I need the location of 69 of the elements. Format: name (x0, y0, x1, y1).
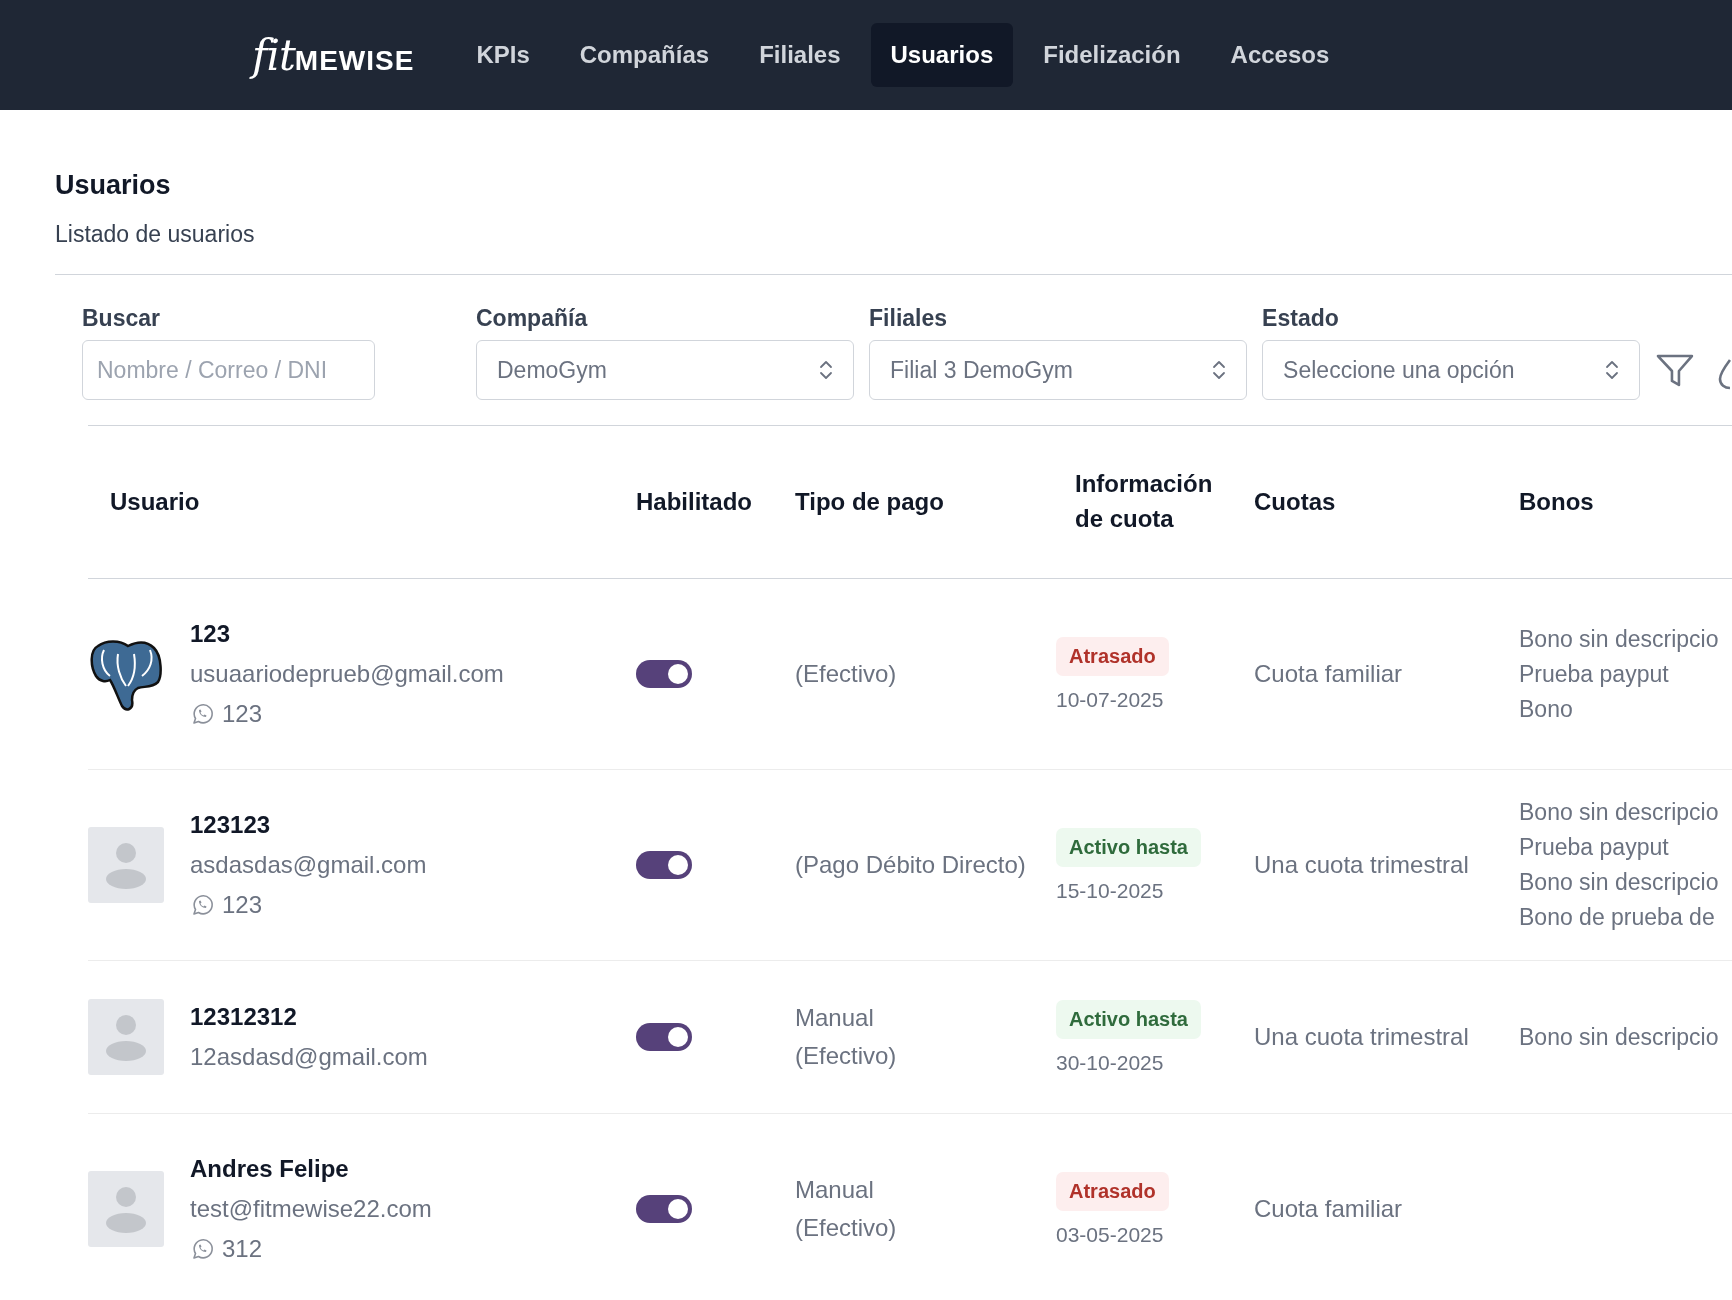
chevron-updown-icon (1605, 358, 1620, 382)
column-header: Cuotas (1254, 486, 1337, 517)
toggle-switch[interactable] (636, 851, 692, 879)
quota-name: Una cuota trimestral (1254, 1023, 1469, 1050)
quota-name: Cuota familiar (1254, 1195, 1403, 1222)
toggle-switch[interactable] (636, 1023, 692, 1051)
user-email: 12asdasd@gmail.com (190, 1043, 428, 1071)
select-field[interactable]: DemoGym (476, 340, 855, 400)
filter-label: Filiales (869, 305, 949, 332)
filter-label: Compañía (476, 305, 589, 332)
user-name: 123123 (190, 811, 272, 839)
payment-type: (Efectivo) (795, 1042, 898, 1070)
status-badge: Atrasado (1056, 1171, 1169, 1211)
user-name: 123 (190, 620, 232, 648)
nav-tab[interactable]: Compañías (559, 23, 730, 87)
nav-tab[interactable]: KPIs (456, 23, 550, 87)
quota-date: 10-07-2025 (1056, 687, 1164, 712)
page-title: Usuarios (55, 170, 172, 201)
user-phone: 123 (222, 700, 263, 728)
chat-phone-icon (190, 1237, 214, 1261)
payment-type: (Pago Débito Directo) (795, 851, 1027, 879)
chevron-updown-icon (1212, 358, 1227, 382)
quota-name: Cuota familiar (1254, 660, 1403, 687)
payment-type: Manual (795, 1176, 875, 1204)
filter-label: Buscar (82, 305, 161, 332)
bono-name: Bono sin descripcio (1519, 625, 1719, 653)
quota-date: 03-05-2025 (1056, 1222, 1164, 1247)
user-email: asdasdas@gmail.com (190, 851, 427, 879)
search-field[interactable]: Nombre / Correo / DNI (82, 340, 375, 400)
bono-name: Bono sin descripcio (1519, 869, 1719, 896)
status-badge: Atrasado (1056, 636, 1169, 676)
toggle-switch[interactable] (636, 660, 692, 688)
user-email: test@fitmewise22.com (190, 1195, 432, 1223)
select-field[interactable]: Seleccione una opción (1262, 340, 1641, 400)
user-email: usuaariodeprueb@gmail.com (190, 660, 504, 688)
quota-name: Una cuota trimestral (1254, 851, 1469, 878)
column-header: Tipo de pago (795, 486, 945, 517)
chat-phone-icon (190, 702, 214, 726)
column-header: Información de cuota (1074, 469, 1214, 534)
bono-name: Prueba payput (1519, 660, 1670, 688)
column-header: Habilitado (636, 486, 753, 517)
quota-date: 30-10-2025 (1056, 1050, 1164, 1075)
bono-name: Bono (1519, 695, 1574, 723)
chat-phone-icon (190, 893, 214, 917)
bono-name: Bono sin descripcio (1519, 1023, 1719, 1051)
user-phone: 312 (222, 1235, 263, 1263)
status-badge: Activo hasta (1056, 827, 1201, 867)
column-header: Usuario (109, 486, 201, 517)
user-phone: 123 (222, 891, 263, 919)
user-name: Andres Felipe (190, 1155, 350, 1183)
select-field[interactable]: Filial 3 DemoGym (869, 340, 1248, 400)
nav-tab[interactable]: Fidelización (1023, 23, 1201, 87)
toggle-switch[interactable] (636, 1195, 692, 1223)
nav-tab[interactable]: Accesos (1210, 23, 1350, 87)
bono-name: Bono de prueba de (1519, 904, 1716, 931)
payment-type: Manual (795, 1004, 875, 1032)
nav-tab[interactable]: Usuarios (870, 23, 1014, 87)
filter-label: Estado (1262, 305, 1340, 332)
bono-name: Prueba payput (1519, 834, 1670, 861)
status-badge: Activo hasta (1056, 999, 1201, 1039)
payment-type: (Efectivo) (795, 660, 898, 688)
payment-type: (Efectivo) (795, 1214, 898, 1242)
nav-tab[interactable]: Filiales (739, 23, 861, 87)
user-name: 12312312 (190, 1003, 298, 1031)
column-header: Bonos (1519, 486, 1595, 517)
bono-name: Bono sin descripcio (1519, 799, 1719, 826)
page-subtitle: Listado de usuarios (55, 221, 256, 248)
chevron-updown-icon (819, 358, 834, 382)
quota-date: 15-10-2025 (1056, 878, 1164, 903)
